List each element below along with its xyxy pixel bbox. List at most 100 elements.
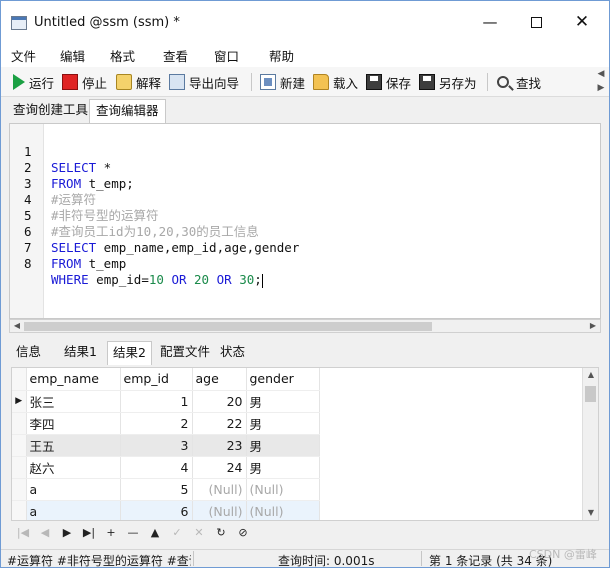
cell-age[interactable]: 23 — [192, 434, 247, 457]
table-row[interactable]: a 5 (Null) (Null) — [12, 478, 320, 501]
cell-emp-id[interactable]: 1 — [120, 390, 193, 413]
last-record-icon[interactable]: ▶| — [81, 525, 97, 541]
cell-emp-name[interactable]: a — [26, 500, 121, 520]
first-record-icon[interactable]: |◀ — [15, 525, 31, 541]
cell-age[interactable]: (Null) — [192, 500, 247, 520]
maximize-button[interactable] — [513, 7, 559, 37]
scroll-left-icon[interactable]: ◀ — [10, 320, 24, 332]
table-row[interactable]: 赵六 4 24 男 — [12, 456, 320, 479]
stop-refresh-icon[interactable]: ⊘ — [235, 525, 251, 541]
cell-emp-name[interactable]: 李四 — [26, 412, 121, 435]
new-button[interactable]: 新建 — [260, 72, 305, 92]
cell-emp-id[interactable]: 6 — [120, 500, 193, 520]
cell-age[interactable]: 20 — [192, 390, 247, 413]
save-button[interactable]: 保存 — [366, 72, 411, 92]
column-header-emp-name[interactable]: emp_name — [26, 368, 121, 391]
apply-changes-icon[interactable]: ✓ — [169, 525, 185, 541]
column-header-emp-id[interactable]: emp_id — [120, 368, 193, 391]
sql-keyword: OR — [163, 272, 195, 287]
scrollbar-thumb[interactable] — [585, 386, 596, 402]
code-line: 3 #运算符 — [10, 160, 96, 207]
query-tabs: 查询创建工具 查询编辑器 — [1, 97, 609, 123]
grid-vertical-scrollbar[interactable]: ▲ ▼ — [582, 368, 598, 520]
cell-gender[interactable]: (Null) — [246, 478, 320, 501]
discard-changes-icon[interactable]: ✕ — [191, 525, 207, 541]
scroll-right-icon[interactable]: ▶ — [586, 320, 600, 332]
cell-emp-id[interactable]: 4 — [120, 456, 193, 479]
cell-age[interactable]: 22 — [192, 412, 247, 435]
sql-comment: #运算符 — [51, 192, 97, 207]
cell-emp-id[interactable]: 3 — [120, 434, 193, 457]
tab-info[interactable]: 信息 — [11, 341, 46, 365]
tab-query-builder[interactable]: 查询创建工具 — [7, 99, 94, 123]
tab-result-2[interactable]: 结果2 — [107, 341, 152, 365]
add-record-icon[interactable]: + — [103, 525, 119, 541]
sql-keyword: SELECT — [51, 160, 97, 175]
save-as-label: 另存为 — [439, 75, 477, 91]
tab-status[interactable]: 状态 — [215, 341, 250, 365]
run-button[interactable]: 运行 — [11, 72, 54, 92]
menu-view[interactable]: 查看 — [163, 46, 188, 65]
cell-emp-name[interactable]: 赵六 — [26, 456, 121, 479]
minimize-button[interactable]: — — [467, 7, 513, 37]
cell-gender[interactable]: 男 — [246, 390, 320, 413]
tab-result-1[interactable]: 结果1 — [59, 341, 102, 365]
cell-emp-name[interactable]: a — [26, 478, 121, 501]
table-row[interactable]: ▶ 张三 1 20 男 — [12, 390, 320, 413]
toolbar-scroll-arrows[interactable]: ◀ ▶ — [593, 67, 609, 97]
status-divider — [421, 551, 422, 566]
menu-file[interactable]: 文件 — [11, 46, 36, 65]
status-divider — [193, 551, 194, 566]
window-title: Untitled @ssm (ssm) * — [34, 15, 180, 30]
refresh-icon[interactable]: ↻ — [213, 525, 229, 541]
previous-record-icon[interactable]: ◀ — [37, 525, 53, 541]
stop-button[interactable]: 停止 — [62, 72, 107, 92]
cell-gender[interactable]: 男 — [246, 456, 320, 479]
scrollbar-thumb[interactable] — [24, 322, 432, 331]
menu-format[interactable]: 格式 — [110, 46, 135, 65]
cell-emp-id[interactable]: 5 — [120, 478, 193, 501]
column-header-age[interactable]: age — [192, 368, 247, 391]
column-header-gender[interactable]: gender — [246, 368, 320, 391]
new-query-icon — [260, 74, 276, 90]
row-indicator-header — [12, 368, 27, 391]
save-as-button[interactable]: 另存为 — [419, 72, 477, 92]
scroll-up-icon[interactable]: ▲ — [583, 368, 598, 382]
sql-text: emp_name,emp_id,age,gender — [96, 240, 300, 255]
sql-editor[interactable]: 1 SELECT * 2 FROM t_emp; 3 #运算符 4 #非符号型的… — [9, 123, 601, 319]
cell-emp-name[interactable]: 张三 — [26, 390, 121, 413]
export-wizard-label: 导出向导 — [189, 75, 240, 91]
export-wizard-button[interactable]: 导出向导 — [169, 72, 239, 92]
status-query-time: 查询时间: 0.001s — [278, 554, 375, 568]
sql-keyword: WHERE — [51, 272, 89, 287]
tab-profile[interactable]: 配置文件 — [155, 341, 215, 365]
cell-gender[interactable]: (Null) — [246, 500, 320, 520]
next-record-icon[interactable]: ▶ — [59, 525, 75, 541]
menu-window[interactable]: 窗口 — [214, 46, 239, 65]
explain-button[interactable]: 解释 — [116, 72, 161, 92]
cell-age[interactable]: 24 — [192, 456, 247, 479]
cell-age[interactable]: (Null) — [192, 478, 247, 501]
close-button[interactable]: ✕ — [559, 7, 605, 37]
cell-emp-name[interactable]: 王五 — [26, 434, 121, 457]
find-button[interactable]: 查找 — [497, 72, 541, 92]
cell-emp-id[interactable]: 2 — [120, 412, 193, 435]
delete-record-icon[interactable]: — — [125, 525, 141, 541]
menu-help[interactable]: 帮助 — [269, 46, 294, 65]
cell-gender[interactable]: 男 — [246, 434, 320, 457]
edit-up-icon[interactable]: ▲ — [147, 525, 163, 541]
explain-icon — [116, 74, 132, 90]
result-grid: emp_name emp_id age gender ▶ 张三 1 20 男 李… — [11, 367, 599, 521]
menu-edit[interactable]: 编辑 — [60, 46, 85, 65]
status-sql-preview: #运算符 #非符号型的运算符 #查询 — [7, 554, 191, 568]
toolbar-divider — [487, 73, 488, 91]
cell-gender[interactable]: 男 — [246, 412, 320, 435]
editor-horizontal-scrollbar[interactable]: ◀ ▶ — [9, 319, 601, 333]
sql-number: 30 — [239, 272, 255, 287]
table-row[interactable]: a 6 (Null) (Null) — [12, 500, 320, 520]
tab-query-editor[interactable]: 查询编辑器 — [89, 99, 166, 123]
table-row[interactable]: 王五 3 23 男 — [12, 434, 320, 457]
scroll-down-icon[interactable]: ▼ — [583, 506, 598, 520]
load-button[interactable]: 载入 — [313, 72, 358, 92]
table-row[interactable]: 李四 2 22 男 — [12, 412, 320, 435]
